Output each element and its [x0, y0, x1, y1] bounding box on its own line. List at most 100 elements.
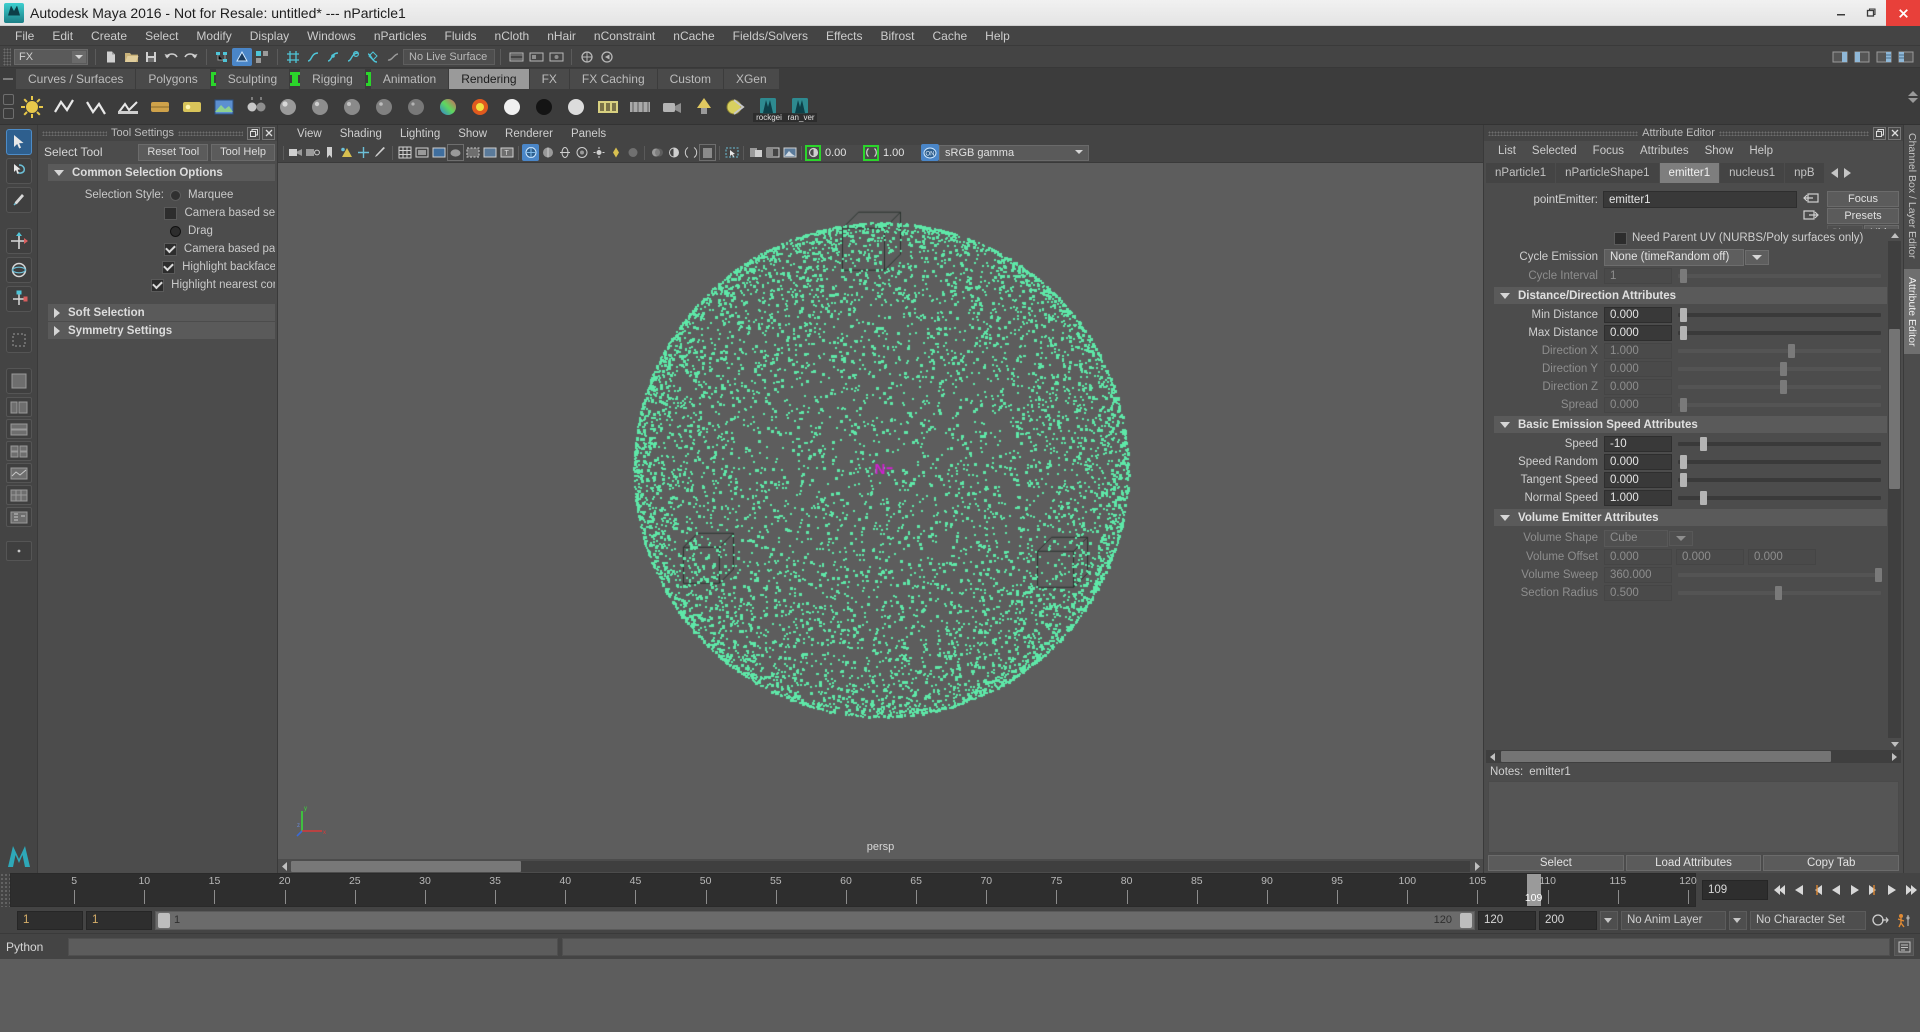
render-settings-shelf-icon[interactable] — [113, 92, 143, 122]
direction-x-slider[interactable] — [1678, 343, 1881, 359]
grey-sphere-icon[interactable] — [561, 92, 591, 122]
menu-display[interactable]: Display — [241, 26, 298, 46]
radio-marquee[interactable] — [170, 189, 181, 201]
quick-layout-more-button[interactable] — [5, 541, 32, 561]
ae-tab-nucleus1[interactable]: nucleus1 — [1720, 163, 1786, 183]
menu-effects[interactable]: Effects — [817, 26, 871, 46]
ae-tab-npb[interactable]: npB — [1785, 163, 1825, 183]
grease-pencil-icon[interactable] — [372, 144, 389, 161]
select-node-input-icon[interactable] — [1802, 191, 1820, 205]
close-button[interactable] — [1886, 0, 1920, 26]
min-distance-field[interactable]: 0.000 — [1604, 307, 1672, 323]
ipr-render-shelf-icon[interactable] — [81, 92, 111, 122]
shelf-tab-xgen[interactable]: XGen — [723, 69, 780, 89]
tangent-speed-field[interactable]: 0.000 — [1604, 472, 1672, 488]
command-output-field[interactable] — [562, 937, 1890, 956]
step-forward-key-icon[interactable] — [1865, 880, 1882, 900]
panel-drag-dots[interactable] — [1488, 130, 1639, 136]
shelf-tab-curves-surfaces[interactable]: Curves / Surfaces — [16, 69, 137, 89]
restore-button[interactable] — [1856, 0, 1886, 26]
animation-start-field[interactable]: 1 — [17, 910, 83, 930]
exposure-value[interactable]: 0.00 — [821, 144, 863, 161]
menu-windows[interactable]: Windows — [298, 26, 365, 46]
play-forwards-icon[interactable] — [1846, 880, 1863, 900]
speed-slider[interactable] — [1678, 436, 1881, 452]
wireframe-on-shaded-icon[interactable] — [539, 144, 556, 161]
menu-bifrost[interactable]: Bifrost — [871, 26, 923, 46]
paint-select-tool-button[interactable] — [5, 187, 32, 213]
make-live-icon[interactable] — [383, 48, 403, 66]
tangent-speed-slider[interactable] — [1678, 472, 1881, 488]
resolution-gate-icon[interactable] — [430, 144, 447, 161]
viewport-menu-shading[interactable]: Shading — [331, 125, 391, 143]
range-start-handle[interactable] — [158, 912, 170, 928]
quick-layout-uv-editor-button[interactable] — [5, 485, 32, 505]
shelf-options-grip[interactable] — [0, 90, 16, 124]
rotate-tool-button[interactable] — [5, 257, 32, 283]
scroll-left-arrow-icon[interactable] — [278, 860, 291, 873]
viewport-menu-renderer[interactable]: Renderer — [496, 125, 562, 143]
render-sequence-icon[interactable] — [49, 92, 79, 122]
color-space-selector[interactable]: sRGB gamma — [939, 144, 1089, 161]
shelf-scroll-arrows[interactable] — [1908, 91, 1918, 103]
section-radius-field[interactable]: 0.500 — [1604, 585, 1672, 601]
spread-field[interactable]: 0.000 — [1604, 397, 1672, 413]
command-input-field[interactable] — [68, 937, 558, 956]
sphere-preview-1-icon[interactable] — [273, 92, 303, 122]
go-to-start-icon[interactable] — [1770, 880, 1787, 900]
cycle-interval-slider[interactable] — [1678, 268, 1881, 284]
select-node-output-icon[interactable] — [1802, 208, 1820, 222]
render-settings-icon[interactable] — [546, 48, 566, 66]
menu-ncloth[interactable]: nCloth — [486, 26, 539, 46]
grid-toggle-icon[interactable] — [396, 144, 413, 161]
shelf-tab-custom[interactable]: Custom — [657, 69, 724, 89]
tab-scroll-left-icon[interactable] — [1830, 168, 1838, 178]
custom-shelf-button-ran-ver[interactable]: ran_ver — [785, 92, 817, 122]
batch-render-icon[interactable] — [625, 92, 655, 122]
direction-y-field[interactable]: 0.000 — [1604, 361, 1672, 377]
vscroll-thumb[interactable] — [1889, 329, 1900, 489]
snap-to-view-plane-icon[interactable] — [363, 48, 383, 66]
show-hide-tool-settings-icon[interactable] — [1852, 48, 1872, 66]
render-globals-icon[interactable] — [721, 92, 751, 122]
panel-drag-dots[interactable] — [42, 130, 108, 136]
surface-shader-icon[interactable] — [465, 92, 495, 122]
animation-preferences-icon[interactable] — [1894, 910, 1916, 930]
menu-file[interactable]: File — [6, 26, 43, 46]
render-history-icon[interactable] — [506, 48, 526, 66]
time-slider-grip[interactable] — [0, 873, 10, 907]
volume-offset-z-field[interactable]: 0.000 — [1748, 549, 1816, 565]
speed-random-field[interactable]: 0.000 — [1604, 454, 1672, 470]
undock-panel-button[interactable] — [247, 126, 261, 140]
volume-shape-combo[interactable]: Cube — [1604, 529, 1693, 547]
select-button[interactable]: Select — [1488, 855, 1624, 871]
move-tool-button[interactable] — [5, 228, 32, 254]
anim-layer-dropdown-button[interactable] — [1729, 910, 1747, 930]
snap-to-point-icon[interactable] — [323, 48, 343, 66]
anim-layer-field[interactable]: No Anim Layer — [1621, 910, 1726, 930]
undo-icon[interactable] — [161, 48, 181, 66]
step-back-key-icon[interactable] — [1808, 880, 1825, 900]
cycle-emission-combo[interactable]: None (timeRandom off) — [1604, 248, 1769, 266]
snapshot-icon[interactable] — [747, 144, 764, 161]
bookmark-icon[interactable] — [321, 144, 338, 161]
depth-of-field-icon[interactable] — [682, 144, 699, 161]
channel-box-layer-editor-tab[interactable]: Channel Box / Layer Editor — [1906, 125, 1918, 259]
sphere-preview-4-icon[interactable] — [369, 92, 399, 122]
section-radius-slider[interactable] — [1678, 585, 1881, 601]
quick-layout-perspective-button[interactable] — [5, 368, 32, 394]
scroll-down-arrow-icon[interactable] — [1888, 738, 1901, 750]
step-back-frame-icon[interactable] — [1789, 880, 1806, 900]
gamma-value[interactable]: 1.00 — [879, 144, 921, 161]
save-scene-icon[interactable] — [141, 48, 161, 66]
quick-layout-graph-editor-button[interactable] — [5, 463, 32, 483]
shelf-tab-fx[interactable]: FX — [529, 69, 570, 89]
volume-offset-x-field[interactable]: 0.000 — [1604, 549, 1672, 565]
show-hide-outliner-icon[interactable] — [1896, 48, 1916, 66]
scroll-up-arrow-icon[interactable] — [1888, 229, 1901, 241]
undock-attribute-editor-button[interactable] — [1873, 126, 1887, 140]
focus-button[interactable]: Focus — [1827, 191, 1899, 207]
statusline-grip[interactable] — [3, 47, 11, 66]
viewport-canvas[interactable]: y x z persp — [278, 163, 1483, 859]
tool-help-button[interactable]: Tool Help — [211, 143, 275, 161]
